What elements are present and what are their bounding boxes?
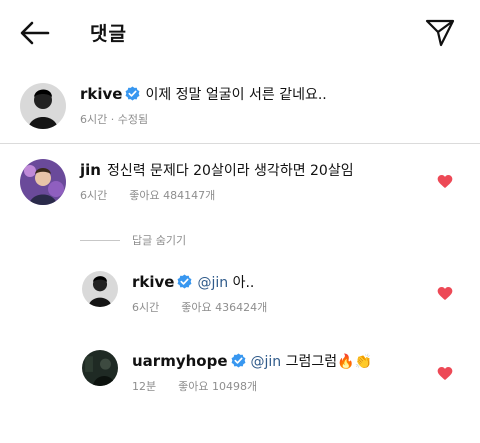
reply-time: 12분 — [132, 380, 157, 393]
reply-meta: 12분 좋아요 10498개 — [132, 378, 279, 394]
reply-mention-link[interactable]: @jin — [251, 354, 282, 370]
verified-badge-icon — [126, 86, 140, 101]
avatar-jin[interactable] — [20, 159, 66, 205]
comment-meta: 6시간 좋아요 484147개 — [80, 187, 237, 203]
reply-line-uarmyhope: uarmyhope @jin 그럼그럼🔥👏 — [132, 351, 372, 372]
like-button[interactable] — [437, 286, 453, 302]
comment-line-jin: jin 정신력 문제다 20살이라 생각하면 20살임 — [80, 160, 354, 181]
avatar-photo — [82, 350, 118, 386]
caption-edited: 수정됨 — [117, 113, 149, 126]
reply-time: 6시간 — [132, 301, 160, 314]
reply-text: 아.. — [228, 275, 255, 291]
caption-text: 이제 정말 얼굴이 서른 같네요.. — [145, 87, 327, 103]
reply-meta: 6시간 좋아요 436424개 — [132, 299, 289, 315]
avatar-uarmyhope[interactable] — [82, 350, 118, 386]
caption-separator: · — [107, 113, 118, 126]
caption-line: rkive 이제 정말 얼굴이 서른 같네요.. — [80, 84, 327, 105]
avatar-photo — [20, 159, 66, 205]
top-bar: 댓글 — [0, 0, 480, 66]
caption-divider — [0, 143, 480, 144]
verified-badge-icon — [231, 353, 245, 368]
caption-meta: 6시간 · 수정됨 — [80, 111, 170, 127]
avatar-rkive[interactable] — [20, 83, 66, 129]
fire-clap-emoji-icon: 🔥👏 — [337, 354, 373, 370]
comment-text: 정신력 문제다 20살이라 생각하면 20살임 — [106, 163, 354, 179]
heart-filled-icon — [437, 367, 453, 380]
heart-filled-icon — [437, 287, 453, 300]
hide-replies-line — [80, 239, 120, 241]
reply-mention-link[interactable]: @jin — [197, 275, 228, 291]
share-button[interactable] — [424, 16, 456, 48]
avatar-photo — [82, 271, 118, 307]
avatar-rkive-reply[interactable] — [82, 271, 118, 307]
comment-likes[interactable]: 좋아요 484147개 — [129, 189, 215, 202]
reply-text: 그럼그럼 — [281, 354, 338, 370]
reply-likes[interactable]: 좋아요 10498개 — [178, 380, 257, 393]
heart-filled-icon — [437, 175, 453, 188]
comment-time: 6시간 — [80, 189, 108, 202]
like-button[interactable] — [437, 174, 453, 190]
page-title: 댓글 — [90, 23, 127, 45]
verified-badge-icon — [178, 274, 192, 289]
like-button[interactable] — [437, 366, 453, 382]
back-button[interactable] — [18, 18, 52, 48]
hide-replies-label: 답글 숨기기 — [132, 234, 187, 247]
reply-username[interactable]: rkive — [132, 273, 174, 291]
arrow-left-icon — [20, 21, 50, 45]
reply-likes[interactable]: 좋아요 436424개 — [181, 301, 267, 314]
reply-line-rkive: rkive @jin 아.. — [132, 272, 254, 293]
avatar-photo — [20, 83, 66, 129]
caption-time: 6시간 — [80, 113, 108, 126]
reply-username[interactable]: uarmyhope — [132, 352, 228, 370]
comment-username[interactable]: jin — [80, 161, 101, 179]
hide-replies-toggle[interactable]: 답글 숨기기 — [80, 232, 186, 248]
caption-username[interactable]: rkive — [80, 85, 122, 103]
paper-plane-icon — [425, 19, 455, 47]
